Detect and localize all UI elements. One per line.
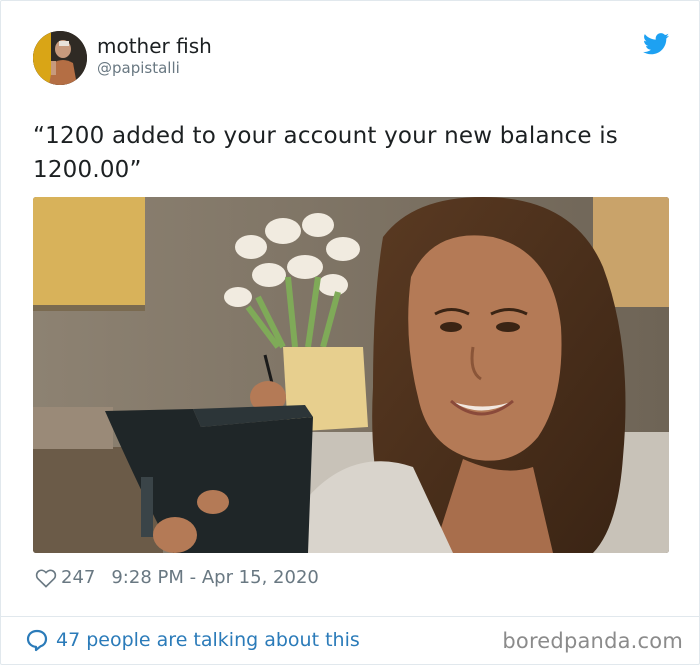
like-count[interactable]: 247	[61, 567, 95, 588]
tweet-text: “1200 added to your account your new bal…	[33, 123, 618, 183]
author-handle[interactable]: @papistalli	[97, 58, 212, 78]
speech-bubble-icon	[26, 629, 48, 652]
author-display-name[interactable]: mother fish	[97, 34, 212, 58]
tweet-header: mother fish @papistalli	[33, 31, 212, 85]
twitter-bird-icon[interactable]	[643, 33, 669, 55]
tweet-meta: 247 9:28 PM - Apr 15, 2020	[35, 567, 319, 588]
conversation-link[interactable]: 47 people are talking about this	[25, 628, 360, 652]
avatar[interactable]	[33, 31, 87, 85]
heart-icon[interactable]	[35, 568, 57, 588]
conversation-text[interactable]: 47 people are talking about this	[56, 629, 360, 651]
author-names: mother fish @papistalli	[97, 34, 212, 78]
tweet-timestamp[interactable]: 9:28 PM - Apr 15, 2020	[111, 567, 318, 588]
footer-divider	[1, 616, 699, 617]
boredpanda-watermark: boredpanda.com	[502, 629, 683, 653]
tweet-photo[interactable]	[33, 197, 669, 553]
tweet-card: mother fish @papistalli “1200 added to y…	[0, 0, 700, 665]
